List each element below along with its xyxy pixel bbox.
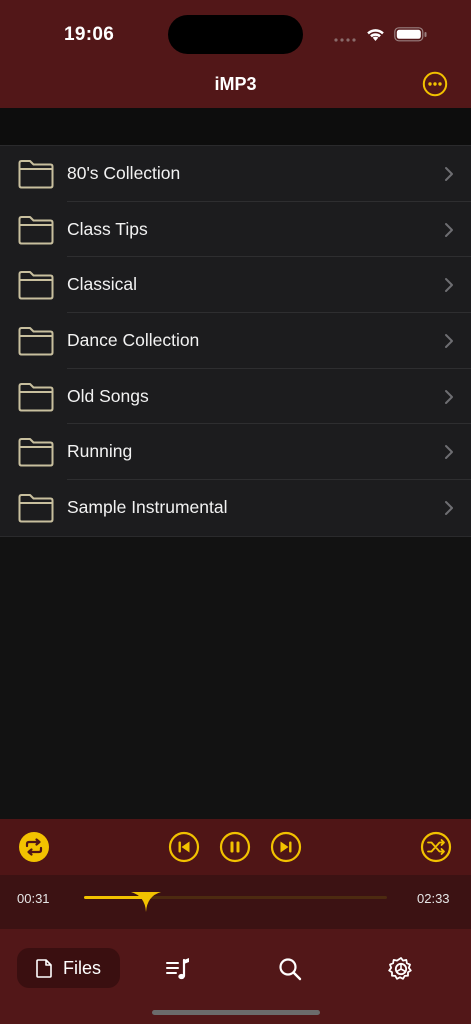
slider-thumb[interactable] — [130, 892, 161, 912]
folder-name: Sample Instrumental — [67, 497, 228, 518]
playback-progress: 00:31 02:33 — [0, 875, 471, 929]
chevron-right-icon — [445, 501, 453, 516]
progress-slider[interactable] — [84, 892, 387, 912]
chevron-right-icon — [445, 445, 453, 460]
folder-icon — [18, 494, 54, 523]
page-title: iMP3 — [214, 74, 257, 94]
folder-row[interactable]: Running — [0, 424, 471, 481]
folder-row[interactable]: Dance Collection — [0, 313, 471, 369]
chevron-right-icon — [445, 389, 453, 404]
folder-name: Old Songs — [67, 385, 149, 406]
player-controls — [0, 819, 471, 875]
folder-name: Class Tips — [67, 218, 148, 239]
tab-files-label: Files — [63, 958, 102, 978]
home-indicator — [152, 1010, 320, 1015]
battery-icon — [394, 27, 427, 42]
folder-row[interactable]: 80's Collection — [0, 146, 471, 202]
folder-name: Dance Collection — [67, 330, 200, 351]
shuffle-icon[interactable] — [420, 831, 452, 863]
total-time: 02:33 — [417, 891, 450, 906]
folder-row[interactable]: Classical — [0, 257, 471, 314]
list-header-spacer — [0, 108, 471, 145]
status-time: 19:06 — [64, 24, 115, 45]
chevron-right-icon — [445, 334, 453, 349]
document-icon — [36, 959, 52, 978]
folder-row[interactable]: Old Songs — [0, 369, 471, 425]
folder-icon — [18, 160, 54, 189]
folder-list: 80's Collection Class Tips Classical Dan… — [0, 145, 471, 537]
folder-icon — [18, 438, 54, 467]
settings-gear-icon[interactable] — [388, 956, 414, 982]
next-track-icon[interactable] — [270, 831, 302, 863]
folder-name: Classical — [67, 274, 138, 295]
folder-row[interactable]: Sample Instrumental — [0, 480, 471, 536]
pause-icon[interactable] — [219, 831, 251, 863]
folder-icon — [18, 271, 54, 300]
playlist-icon[interactable] — [165, 956, 191, 982]
repeat-icon[interactable] — [18, 831, 50, 863]
folder-name: 80's Collection — [67, 163, 181, 183]
current-time: 00:31 — [17, 891, 50, 906]
tab-bar: Files — [0, 929, 471, 1024]
previous-track-icon[interactable] — [168, 831, 200, 863]
folder-icon — [18, 215, 54, 245]
dynamic-island — [168, 15, 303, 54]
chevron-right-icon — [445, 278, 453, 293]
chevron-right-icon — [445, 222, 453, 237]
cellular-signal-icon — [334, 38, 356, 42]
folder-name: Running — [67, 441, 133, 462]
chevron-right-icon — [445, 167, 453, 181]
ellipsis-circle-icon[interactable] — [422, 71, 448, 97]
tab-files[interactable]: Files — [17, 948, 120, 988]
folder-icon — [18, 382, 54, 412]
status-bar: 19:06 — [0, 0, 471, 62]
navigation-bar: iMP3 — [0, 62, 471, 108]
search-icon[interactable] — [277, 956, 303, 982]
folder-row[interactable]: Class Tips — [0, 202, 471, 258]
folder-icon — [18, 327, 54, 356]
wifi-icon — [367, 29, 384, 41]
